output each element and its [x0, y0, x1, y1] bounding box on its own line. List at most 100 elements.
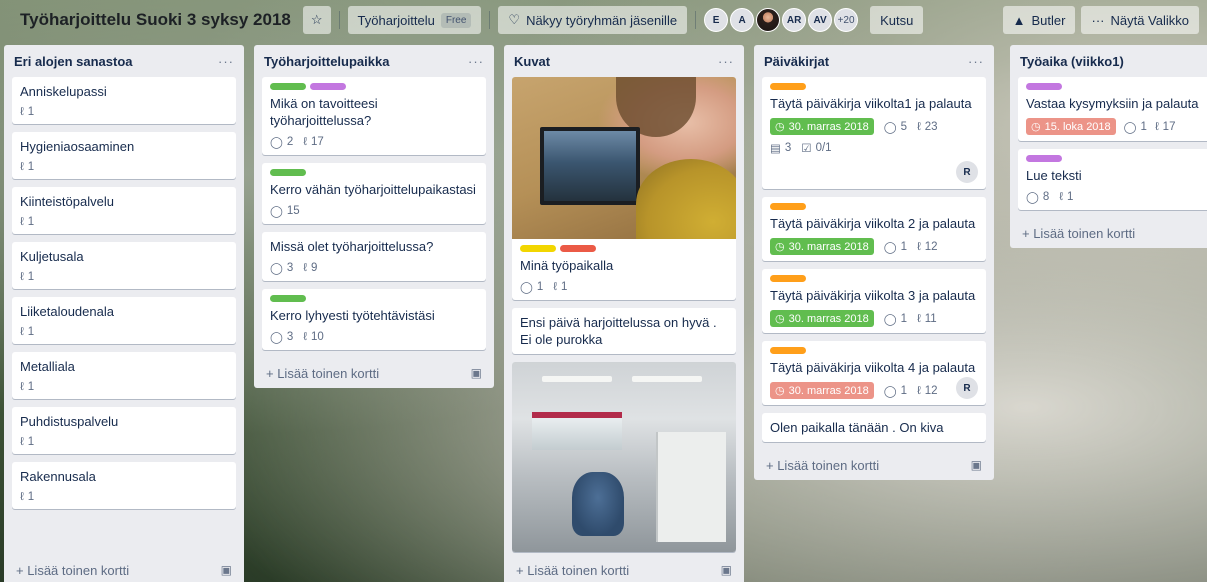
attachment-badge: ℓ1: [1059, 191, 1073, 203]
card-template-icon[interactable]: ▣: [721, 563, 732, 577]
card[interactable]: Liiketaloudenala ℓ1: [12, 297, 236, 344]
card[interactable]: Kuljetusala ℓ1: [12, 242, 236, 289]
add-card-button[interactable]: + Lisää toinen kortti ▣: [504, 555, 744, 582]
list-menu-icon[interactable]: ···: [218, 54, 234, 69]
card-member-avatar[interactable]: R: [956, 377, 978, 399]
paperclip-icon: ℓ: [917, 240, 921, 253]
label-orange[interactable]: [770, 83, 806, 90]
list-header[interactable]: Eri alojen sanastoa ···: [4, 45, 244, 77]
card-title: Täytä päiväkirja viikolta 4 ja palauta: [770, 360, 976, 375]
label-green[interactable]: [270, 169, 306, 176]
paperclip-icon: ℓ: [553, 281, 557, 293]
list-menu-icon[interactable]: ···: [468, 54, 484, 69]
card[interactable]: Täytä päiväkirja viikolta1 ja palauta ◷ 3…: [762, 77, 986, 189]
list-header[interactable]: Kuvat ···: [504, 45, 744, 77]
clock-icon: ◷: [775, 121, 785, 133]
cover-photo-shape: [572, 472, 624, 536]
card[interactable]: [512, 362, 736, 552]
invite-button[interactable]: Kutsu: [870, 6, 924, 34]
show-menu-button[interactable]: ··· Näytä Valikko: [1081, 6, 1199, 34]
card-template-icon[interactable]: ▣: [471, 366, 482, 380]
card-title: Kerro lyhyesti työtehtävistäsi: [270, 308, 435, 323]
label-green[interactable]: [270, 83, 306, 90]
team-label: Työharjoittelu: [357, 12, 435, 28]
card[interactable]: Metalliala ℓ1: [12, 352, 236, 399]
card[interactable]: Olen paikalla tänään . On kiva: [762, 413, 986, 442]
list-menu-icon[interactable]: ···: [968, 54, 984, 69]
card-labels: [270, 83, 478, 90]
paperclip-icon: ℓ: [917, 120, 921, 133]
card[interactable]: Vastaa kysymyksiin ja palauta ◷ 15. loka …: [1018, 77, 1207, 141]
header-separator: [338, 11, 340, 29]
card[interactable]: Ensi päivä harjoittelussa on hyvä . Ei o…: [512, 308, 736, 354]
board-title[interactable]: Työharjoittelu Suoki 3 syksy 2018: [14, 6, 297, 34]
label-orange[interactable]: [770, 347, 806, 354]
label-purple[interactable]: [310, 83, 346, 90]
card[interactable]: Lue teksti ◯ 8 ℓ1: [1018, 149, 1207, 210]
card-badges: ◯ 8 ℓ1: [1026, 190, 1202, 204]
member-avatar[interactable]: E: [704, 8, 729, 32]
list-header[interactable]: Työaika (viikko1): [1010, 45, 1207, 77]
due-date-badge-overdue[interactable]: ◷ 30. marras 2018: [770, 382, 874, 399]
due-date-badge-overdue[interactable]: ◷ 15. loka 2018: [1026, 118, 1116, 135]
card[interactable]: Puhdistuspalvelu ℓ1: [12, 407, 236, 454]
label-yellow[interactable]: [520, 245, 556, 252]
label-purple[interactable]: [1026, 83, 1062, 90]
card-badges: ℓ1: [20, 161, 228, 173]
comment-count: 1: [900, 384, 907, 397]
card-member-avatar[interactable]: R: [956, 161, 978, 183]
due-date-badge[interactable]: ◷ 30. marras 2018: [770, 118, 874, 135]
card[interactable]: Hygieniaosaaminen ℓ1: [12, 132, 236, 179]
comment-badge: ◯ 3: [270, 261, 293, 275]
member-avatar[interactable]: AV: [808, 8, 833, 32]
list-header[interactable]: Työharjoittelupaikka ···: [254, 45, 494, 77]
list-menu-icon[interactable]: ···: [718, 54, 734, 69]
label-purple[interactable]: [1026, 155, 1062, 162]
add-card-button[interactable]: + Lisää toinen kortti ▣: [4, 555, 244, 582]
member-avatar[interactable]: AR: [782, 8, 807, 32]
comment-badge: ◯ 1: [520, 280, 543, 294]
card-template-icon[interactable]: ▣: [221, 563, 232, 577]
member-avatar[interactable]: A: [730, 8, 755, 32]
add-card-button[interactable]: + Lisää toinen kortti: [1010, 218, 1207, 248]
card-template-icon[interactable]: ▣: [971, 458, 982, 472]
star-button[interactable]: ☆: [302, 6, 331, 34]
more-members-badge[interactable]: +20: [834, 8, 859, 32]
paperclip-icon: ℓ: [20, 216, 24, 228]
team-button[interactable]: Työharjoittelu Free: [347, 6, 482, 34]
card[interactable]: Kiinteistöpalvelu ℓ1: [12, 187, 236, 234]
label-red[interactable]: [560, 245, 596, 252]
comment-count: 5: [900, 120, 907, 133]
card[interactable]: Täytä päiväkirja viikolta 4 ja palauta ◷…: [762, 341, 986, 405]
card[interactable]: Missä olet työharjoittelussa? ◯ 3 ℓ9: [262, 232, 486, 281]
visibility-button[interactable]: ♡ Näkyy työryhmän jäsenille: [498, 6, 688, 34]
card[interactable]: Mikä on tavoitteesi työharjoittelussa? ◯…: [262, 77, 486, 155]
label-orange[interactable]: [770, 203, 806, 210]
due-date-badge[interactable]: ◷ 30. marras 2018: [770, 238, 874, 255]
card-badges: ◯ 1 ℓ1: [520, 280, 728, 294]
butler-button[interactable]: ▲ Butler: [1002, 6, 1076, 34]
card-title: Rakennusala: [20, 469, 96, 484]
comment-count: 3: [286, 262, 294, 274]
label-orange[interactable]: [770, 275, 806, 282]
card-labels: [770, 83, 978, 90]
card-list: Täytä päiväkirja viikolta1 ja palauta ◷ 3…: [754, 77, 994, 442]
attachment-badge: ℓ1: [20, 216, 34, 228]
card[interactable]: Rakennusala ℓ1: [12, 462, 236, 509]
label-green[interactable]: [270, 295, 306, 302]
member-avatar-photo[interactable]: [756, 8, 781, 32]
list-header[interactable]: Päiväkirjat ···: [754, 45, 994, 77]
paperclip-icon: ℓ: [20, 381, 24, 393]
card[interactable]: Kerro lyhyesti työtehtävistäsi ◯ 3 ℓ 10: [262, 289, 486, 350]
attachment-badge: ℓ1: [20, 271, 34, 283]
card[interactable]: Anniskelupassi ℓ1: [12, 77, 236, 124]
add-card-button[interactable]: + Lisää toinen kortti ▣: [754, 450, 994, 480]
add-card-button[interactable]: + Lisää toinen kortti ▣: [254, 358, 494, 388]
card[interactable]: Minä työpaikalla ◯ 1 ℓ1: [512, 77, 736, 300]
card[interactable]: Täytä päiväkirja viikolta 2 ja palauta ◷…: [762, 197, 986, 261]
due-date-text: 30. marras 2018: [788, 312, 869, 325]
card[interactable]: Täytä päiväkirja viikolta 3 ja palauta ◷…: [762, 269, 986, 333]
card[interactable]: Kerro vähän työharjoittelupaikastasi ◯ 15: [262, 163, 486, 224]
due-date-badge[interactable]: ◷ 30. marras 2018: [770, 310, 874, 327]
board-members: E A AR AV +20: [704, 8, 859, 32]
